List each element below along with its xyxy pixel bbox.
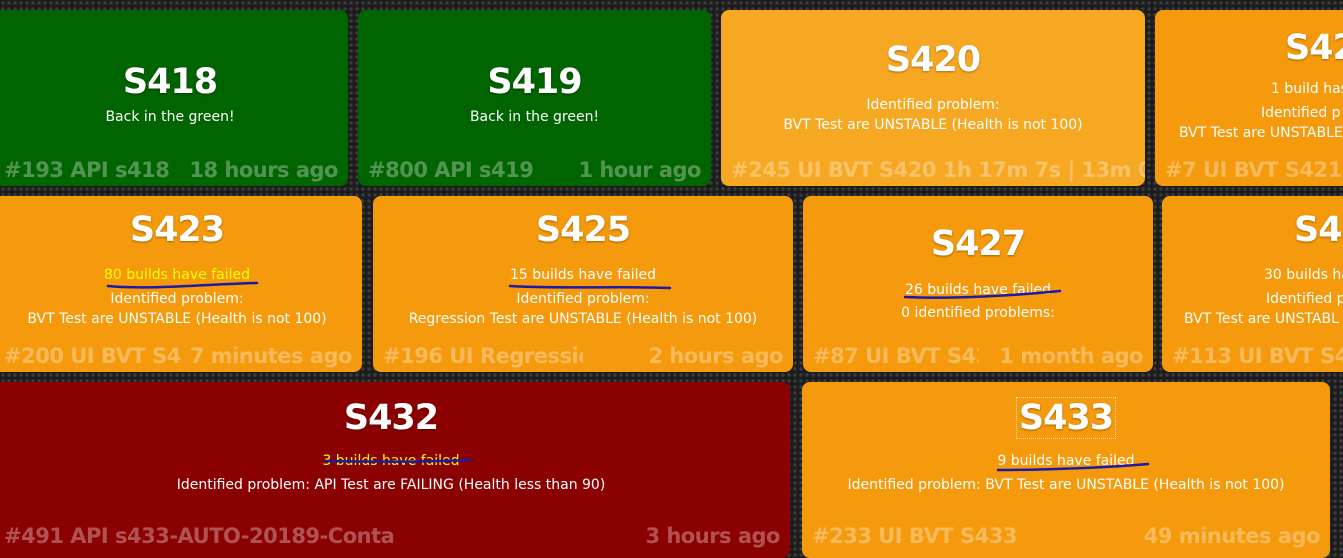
tile-time: 18 hours ago <box>189 158 338 182</box>
tile-problem-label: Identified problem: <box>110 291 244 307</box>
tile-job[interactable]: #245 UI BVT S420 1h 17m 7s | 13m 0s <box>731 158 1145 182</box>
tile-problem-label: Identified p <box>1266 291 1343 307</box>
tile-time: 1 month ago <box>999 344 1143 368</box>
tile-s427[interactable]: S427 26 builds have failed 0 identified … <box>803 196 1153 372</box>
tile-job[interactable]: #800 API s419 <box>368 158 533 182</box>
tile-builds-failed: 3 builds have failed <box>322 453 460 469</box>
tile-problem-label: 0 identified problems: <box>901 305 1055 321</box>
tile-problem-detail: BVT Test are UNSTABLE <box>1179 125 1343 141</box>
tile-problem-detail: Regression Test are UNSTABLE (Health is … <box>408 311 758 327</box>
tile-s425[interactable]: S425 15 builds have failed Identified pr… <box>373 196 793 372</box>
tile-problem-detail: BVT Test are UNSTABLE (Health is not 100… <box>27 311 327 327</box>
tile-title: S42 <box>1294 210 1343 250</box>
tile-builds-failed: 80 builds have failed <box>103 267 251 283</box>
tile-job[interactable]: #113 UI BVT S4 <box>1172 344 1343 368</box>
tile-job[interactable]: #7 UI BVT S421 <box>1165 158 1342 182</box>
tile-problem-detail: Identified problem: BVT Test are UNSTABL… <box>847 477 1285 493</box>
tile-problem-label: Identified p <box>1261 105 1341 121</box>
tile-builds-failed: 1 build has <box>1271 81 1343 97</box>
tile-problem-detail: BVT Test are UNSTABLE (Health is not 100… <box>783 117 1083 133</box>
tile-title: S42 <box>1285 28 1343 68</box>
tile-title: S425 <box>535 210 631 250</box>
tile-title: S419 <box>487 62 582 102</box>
tile-job[interactable]: #233 UI BVT S433 <box>812 524 1017 548</box>
tile-job[interactable]: #200 UI BVT S42 <box>4 344 182 368</box>
tile-title-wrap: S433 <box>802 397 1330 439</box>
tile-problem-detail: Identified problem: API Test are FAILING… <box>176 477 606 493</box>
tile-time: 1 hour ago <box>578 158 701 182</box>
tile-s418[interactable]: S418 Back in the green! #193 API s418 18… <box>0 10 348 186</box>
tile-s432[interactable]: S432 3 builds have failed Identified pro… <box>0 382 790 558</box>
tile-s423[interactable]: S423 80 builds have failed Identified pr… <box>0 196 362 372</box>
tile-problem-label: Identified problem: <box>516 291 650 307</box>
tile-job[interactable]: #193 API s418 <box>4 158 169 182</box>
tile-builds-failed: 9 builds have failed <box>997 453 1135 469</box>
tile-s421[interactable]: S42 1 build has Identified p BVT Test ar… <box>1155 10 1343 186</box>
tile-job[interactable]: #196 UI Regressio <box>383 344 583 368</box>
tile-title: S423 <box>129 210 225 250</box>
tile-builds-failed: 15 builds have failed <box>509 267 657 283</box>
tile-time: 2 hours ago <box>648 344 783 368</box>
tile-builds-failed: 26 builds have failed <box>904 282 1052 298</box>
tile-s429[interactable]: S42 30 builds ha Identified p BVT Test a… <box>1162 196 1343 372</box>
tile-problem-label: Identified problem: <box>866 97 1000 113</box>
tile-s419[interactable]: S419 Back in the green! #800 API s419 1 … <box>358 10 711 186</box>
tile-title: S420 <box>885 40 981 80</box>
tile-builds-failed: 30 builds ha <box>1264 267 1343 283</box>
tile-job[interactable]: #87 UI BVT S42 <box>813 344 979 368</box>
tile-time: 3 hours ago <box>645 524 780 548</box>
tile-s433[interactable]: S433 9 builds have failed Identified pro… <box>802 382 1330 558</box>
tile-title: S427 <box>930 224 1026 264</box>
tile-status: Back in the green! <box>469 109 600 125</box>
tile-title: S433 <box>1015 397 1117 439</box>
tile-s420[interactable]: S420 Identified problem: BVT Test are UN… <box>721 10 1145 186</box>
tile-time: 7 minutes ago <box>189 344 353 368</box>
tile-job[interactable]: #491 API s433-AUTO-20189-Contact <box>4 524 394 548</box>
tile-problem-detail: BVT Test are UNSTABL <box>1184 311 1339 327</box>
tile-title: S418 <box>122 62 218 102</box>
tile-time: 49 minutes ago <box>1143 524 1321 548</box>
tile-status: Back in the green! <box>105 109 235 125</box>
tile-title: S432 <box>343 398 439 438</box>
